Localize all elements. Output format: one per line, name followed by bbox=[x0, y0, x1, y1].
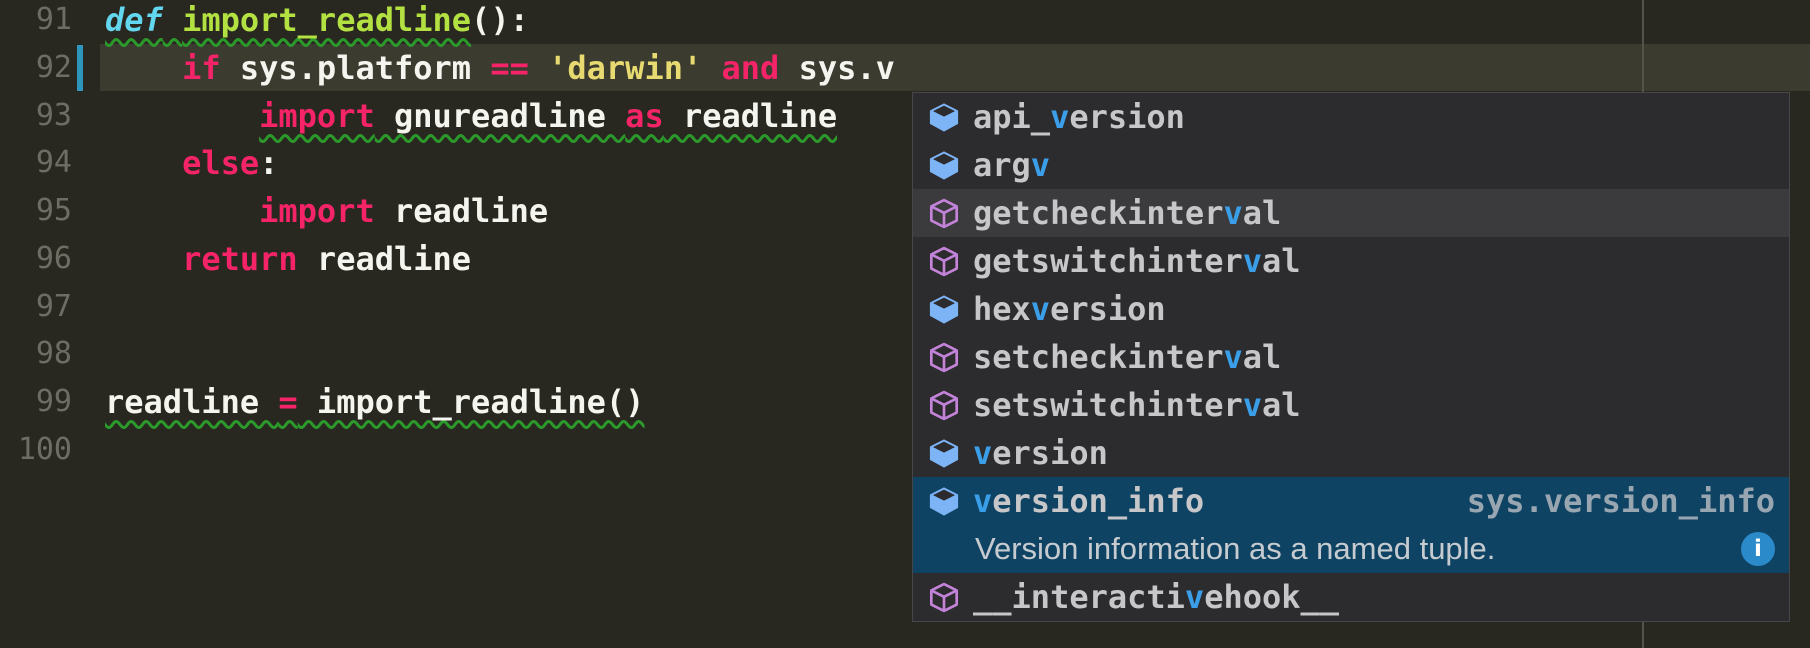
code-token: gnureadline bbox=[374, 97, 626, 135]
code-token: sys.platform bbox=[220, 49, 491, 87]
completion-detail-row: Version information as a named tuple. i bbox=[913, 525, 1789, 573]
matched-chars: v bbox=[1030, 146, 1051, 184]
matched-chars: v bbox=[1242, 242, 1262, 280]
completion-label: version_info bbox=[973, 482, 1204, 520]
completion-item-getswitchinterval[interactable]: getswitchinterval bbox=[913, 237, 1789, 285]
completion-label: hexversion bbox=[973, 290, 1166, 328]
matched-chars: v bbox=[1242, 386, 1262, 424]
code-token: : bbox=[259, 144, 279, 182]
completion-label: api_version bbox=[973, 98, 1185, 136]
label-text: ersion bbox=[992, 434, 1108, 472]
code-token: (): bbox=[471, 1, 529, 39]
code-token: if bbox=[182, 49, 221, 87]
code-line-99[interactable]: readline = import_readline() bbox=[105, 378, 644, 426]
completion-item-hexversion[interactable]: hexversion bbox=[913, 285, 1789, 333]
label-text: al bbox=[1242, 194, 1282, 232]
code-token: readline bbox=[374, 192, 549, 230]
completion-label: setcheckinterval bbox=[973, 338, 1281, 376]
code-token: as bbox=[625, 97, 664, 135]
code-line-96[interactable]: return readline bbox=[105, 235, 471, 283]
function-cube-icon bbox=[929, 582, 959, 612]
code-token: 'darwin' bbox=[548, 49, 703, 87]
completion-item-getcheckinterval[interactable]: getcheckinterval bbox=[913, 189, 1789, 237]
autocomplete-popup: api_version argv getcheckinterval getswitch… bbox=[912, 92, 1790, 622]
label-text: al bbox=[1242, 338, 1282, 376]
code-line-95[interactable]: import readline bbox=[105, 187, 548, 235]
matched-chars: v bbox=[1050, 98, 1070, 136]
label-text: ehook__ bbox=[1204, 578, 1340, 616]
label-text: al bbox=[1261, 386, 1301, 424]
code-token: import_readline() bbox=[297, 383, 645, 421]
code-token: import_readline bbox=[182, 1, 472, 39]
code-token: == bbox=[490, 49, 529, 87]
completion-item-version[interactable]: version bbox=[913, 429, 1789, 477]
label-text: getcheckinter bbox=[973, 194, 1224, 232]
code-token: and bbox=[721, 49, 780, 87]
code-line-91[interactable]: def import_readline(): bbox=[105, 0, 529, 44]
label-text: al bbox=[1261, 242, 1301, 280]
function-cube-icon bbox=[929, 198, 959, 228]
completion-item-version_info[interactable]: version_info sys.version_info bbox=[913, 477, 1789, 525]
completion-annotation: sys.version_info bbox=[1466, 482, 1775, 520]
matched-chars: v bbox=[973, 482, 993, 520]
code-token: readline bbox=[663, 97, 838, 135]
completion-label: version bbox=[973, 434, 1108, 472]
code-line-92[interactable]: if sys.platform == 'darwin' and sys.v bbox=[105, 44, 895, 92]
code-token: readline bbox=[105, 383, 279, 421]
info-icon[interactable]: i bbox=[1741, 532, 1775, 566]
completion-label: argv bbox=[973, 146, 1050, 184]
attribute-cube-icon bbox=[929, 102, 959, 132]
completion-label: __interactivehook__ bbox=[973, 578, 1339, 616]
completion-label: getswitchinterval bbox=[973, 242, 1301, 280]
attribute-cube-icon bbox=[929, 438, 959, 468]
attribute-cube-icon bbox=[929, 486, 959, 516]
label-text: ersion bbox=[1050, 290, 1166, 328]
code-token: readline bbox=[297, 240, 472, 278]
code-token: import bbox=[259, 192, 375, 230]
code-token: sys.v bbox=[779, 49, 895, 87]
label-text: arg bbox=[973, 146, 1031, 184]
label-text: setswitchinter bbox=[973, 386, 1243, 424]
code-token: = bbox=[278, 383, 298, 421]
completion-item-__interactivehook__[interactable]: __interactivehook__ bbox=[913, 573, 1789, 621]
code-token: else bbox=[182, 144, 260, 182]
label-text: ersion_info bbox=[992, 482, 1205, 520]
completion-item-api_version[interactable]: api_version bbox=[913, 93, 1789, 141]
matched-chars: v bbox=[1223, 338, 1243, 376]
matched-chars: v bbox=[1184, 578, 1205, 616]
matched-chars: v bbox=[1030, 290, 1051, 328]
completion-item-argv[interactable]: argv bbox=[913, 141, 1789, 189]
completion-detail-text: Version information as a named tuple. bbox=[975, 531, 1496, 566]
function-cube-icon bbox=[929, 390, 959, 420]
matched-chars: v bbox=[973, 434, 993, 472]
completion-item-setswitchinterval[interactable]: setswitchinterval bbox=[913, 381, 1789, 429]
attribute-cube-icon bbox=[929, 150, 959, 180]
label-text: ersion bbox=[1069, 98, 1185, 136]
label-text: getswitchinter bbox=[973, 242, 1243, 280]
label-text: __interacti bbox=[973, 578, 1185, 616]
code-line-93[interactable]: import gnureadline as readline bbox=[105, 92, 837, 140]
completion-item-setcheckinterval[interactable]: setcheckinterval bbox=[913, 333, 1789, 381]
code-line-94[interactable]: else: bbox=[105, 139, 278, 187]
label-text: hex bbox=[973, 290, 1031, 328]
function-cube-icon bbox=[929, 342, 959, 372]
matched-chars: v bbox=[1223, 194, 1243, 232]
label-text: api_ bbox=[973, 98, 1051, 136]
code-token: import bbox=[259, 97, 375, 135]
code-token: return bbox=[182, 240, 298, 278]
completion-label: getcheckinterval bbox=[973, 194, 1281, 232]
label-text: setcheckinter bbox=[973, 338, 1224, 376]
code-token: def bbox=[105, 1, 163, 39]
attribute-cube-icon bbox=[929, 294, 959, 324]
function-cube-icon bbox=[929, 246, 959, 276]
completion-label: setswitchinterval bbox=[973, 386, 1301, 424]
